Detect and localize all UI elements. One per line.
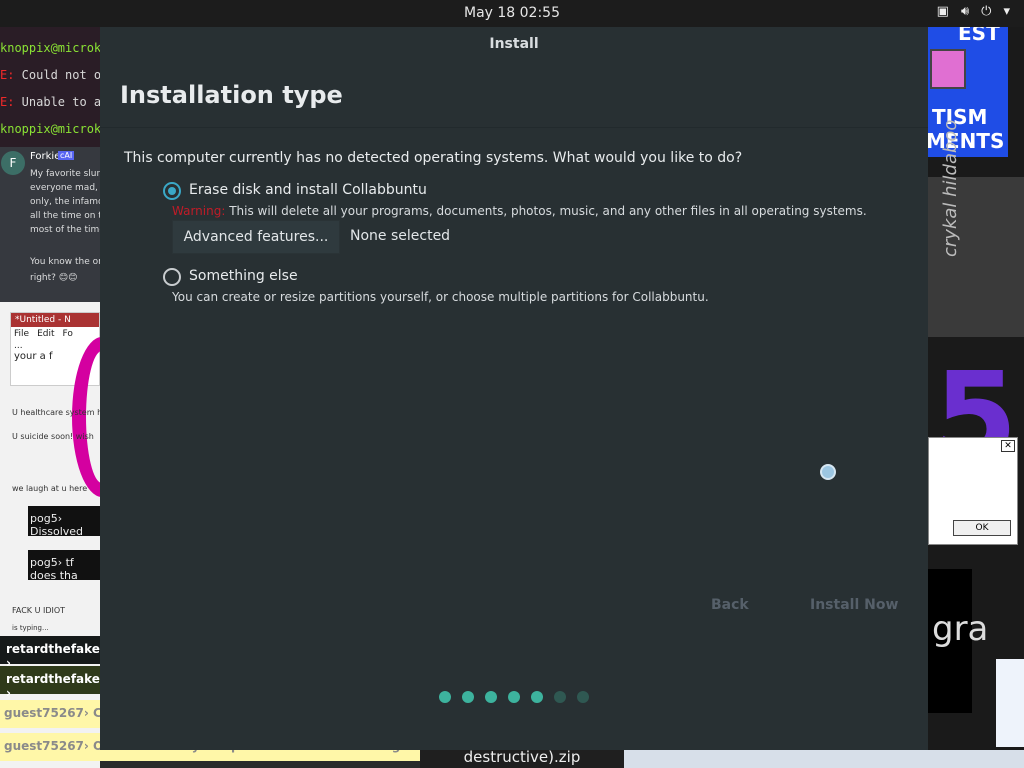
system-tray[interactable]: ▣ 🔊︎ ⏻ ▾ xyxy=(937,4,1010,19)
poster-text: EST xyxy=(958,27,1000,45)
progress-step-dot xyxy=(462,691,474,703)
notepad-menu-format: Fo xyxy=(62,329,73,339)
notepad-menu-edit: Edit xyxy=(37,329,55,339)
terminal-line: E: Unable to acquire the c xyxy=(0,95,100,109)
collage-name-band: retardthefake › xyxy=(0,666,100,700)
collage-text: gra xyxy=(932,609,989,649)
back-button[interactable]: Back xyxy=(711,597,749,613)
erase-disk-label[interactable]: Erase disk and install Collabbuntu xyxy=(189,182,427,198)
erase-disk-warning: Warning: This will delete all your progr… xyxy=(172,204,867,218)
advanced-features-button[interactable]: Advanced features... xyxy=(172,220,340,254)
cat-icon xyxy=(930,49,966,89)
clock[interactable]: May 18 02:55 xyxy=(0,5,1024,21)
background-terminal: knoppix@microknoppix:~$ ap E: Could not … xyxy=(0,27,100,147)
progress-step-dot xyxy=(508,691,520,703)
collage-ok-button: OK xyxy=(953,520,1011,536)
something-else-radio[interactable] xyxy=(163,268,181,286)
warning-label: Warning: xyxy=(172,204,226,218)
notepad-menu-file: File xyxy=(14,329,30,339)
divider xyxy=(100,127,928,128)
terminal-line: E: Could not open lock fil xyxy=(0,68,100,82)
collage-guest-band: guest75267› C xyxy=(0,700,100,728)
progress-steps xyxy=(439,691,589,703)
busy-cursor-icon xyxy=(820,464,836,480)
installer-window: Install Installation type This computer … xyxy=(100,27,928,750)
advanced-features-value: None selected xyxy=(350,228,451,244)
chat-line: most of the time. ( xyxy=(30,225,100,235)
power-icon[interactable]: ⏻ xyxy=(981,4,991,19)
chat-line: You know the one xyxy=(30,257,100,267)
collage-text: U healthcare system has no su xyxy=(12,408,100,417)
chat-line: all the time on the xyxy=(30,211,100,221)
something-else-label[interactable]: Something else xyxy=(189,268,298,284)
terminal-line: knoppix@microknoppix:~$ ap xyxy=(0,41,100,55)
progress-step-dot xyxy=(439,691,451,703)
background-collage-right: EST TISM MENTS crykal hildaboo 5 ✕ OK gr… xyxy=(928,27,1024,768)
collage-text: we laugh at u here xyxy=(12,484,88,493)
collage-window-fragment xyxy=(996,659,1024,747)
terminal-line: knoppix@microknoppix:~$ xyxy=(0,122,100,136)
chat-username: Forkie xyxy=(30,151,61,162)
collage-dark-message: pog5› tf does tha xyxy=(28,550,100,582)
chat-line: only, the infamous xyxy=(30,197,100,207)
collage-name-band: retardthefake › xyxy=(0,636,100,670)
installation-question: This computer currently has no detected … xyxy=(124,150,743,166)
window-title: Install xyxy=(489,36,539,52)
avatar: F xyxy=(1,151,25,175)
something-else-description: You can create or resize partitions your… xyxy=(172,290,709,304)
chat-line: everyone mad, the xyxy=(30,183,100,193)
top-bar: May 18 02:55 ▣ 🔊︎ ⏻ ▾ xyxy=(0,0,1024,27)
progress-step-dot xyxy=(577,691,589,703)
collage-text: crykal hildaboo xyxy=(940,119,961,257)
progress-step-dot xyxy=(485,691,497,703)
chat-tag: cAI xyxy=(58,151,75,160)
collage-black-panel: gra xyxy=(928,569,988,713)
background-collage-left: *Untitled - N File Edit Fo ... your a f … xyxy=(0,302,100,768)
collage-dark-message: pog5› Dissolved xyxy=(28,506,100,538)
notepad-title: *Untitled - N xyxy=(11,313,99,327)
warning-text: This will delete all your programs, docu… xyxy=(225,204,867,218)
install-now-button[interactable]: Install Now xyxy=(810,597,898,613)
erase-disk-radio[interactable] xyxy=(163,182,181,200)
collage-text: U suicide soon! wish xyxy=(12,432,94,441)
collage-message-box: ✕ OK xyxy=(928,437,1018,545)
screen-icon[interactable]: ▣ xyxy=(937,4,949,19)
chat-line: right? 😊😊 xyxy=(30,273,78,283)
collage-text: is typing... xyxy=(12,624,49,632)
collage-gray-panel: crykal hildaboo xyxy=(928,120,1024,337)
chat-line: My favorite slur is xyxy=(30,169,100,179)
page-title: Installation type xyxy=(120,81,343,109)
background-chat: F Forkie cAI My favorite slur is everyon… xyxy=(0,147,100,302)
close-icon: ✕ xyxy=(1001,440,1015,452)
volume-icon[interactable]: 🔊︎ xyxy=(961,4,969,19)
progress-step-dot xyxy=(531,691,543,703)
progress-step-dot xyxy=(554,691,566,703)
chevron-down-icon[interactable]: ▾ xyxy=(1003,4,1010,19)
collage-text: FACK U IDIOT xyxy=(12,606,66,615)
